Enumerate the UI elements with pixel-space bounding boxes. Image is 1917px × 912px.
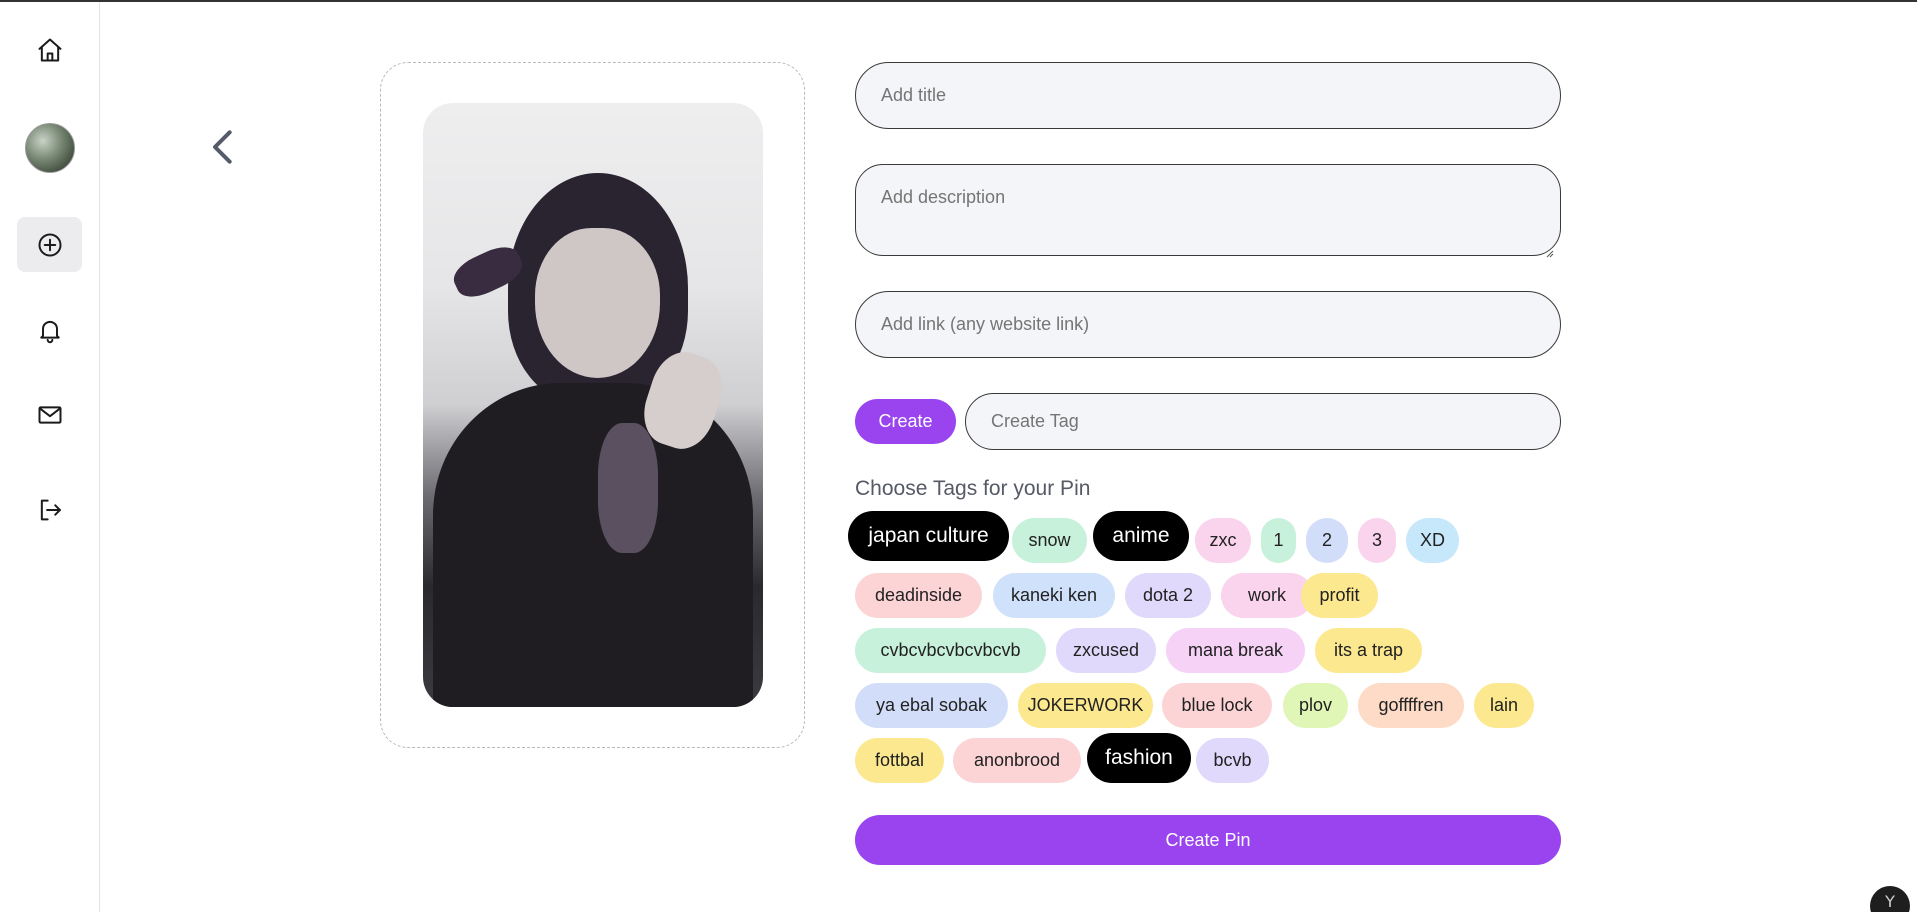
tag-chip[interactable]: anonbrood [953,738,1081,783]
sidebar-item-create[interactable] [17,217,82,272]
link-input[interactable] [855,291,1561,358]
pin-image [423,103,763,707]
tag-chip[interactable]: 2 [1306,518,1348,563]
tag-chip[interactable]: XD [1406,518,1459,563]
title-input[interactable] [855,62,1561,129]
tag-chip[interactable]: goffffren [1358,683,1464,728]
sidebar-item-notifications[interactable] [17,302,82,357]
corner-badge[interactable]: Y [1870,886,1910,912]
create-tag-button[interactable]: Create [855,399,956,444]
tag-chip[interactable]: plov [1283,683,1348,728]
sidebar-item-home[interactable] [17,22,82,77]
logout-icon [40,499,61,520]
home-icon [38,38,61,61]
sidebar-item-logout[interactable] [17,482,82,537]
description-input[interactable] [855,164,1561,256]
textarea-resize-handle[interactable] [1544,243,1554,258]
tag-chip[interactable]: dota 2 [1125,573,1211,618]
create-pin-button[interactable]: Create Pin [855,815,1561,865]
tag-chip[interactable]: its a trap [1315,628,1422,673]
tag-chip[interactable]: cvbcvbcvbcvbcvb [855,628,1046,673]
image-upload-card[interactable] [380,62,805,748]
tag-chip[interactable]: japan culture [848,511,1009,561]
tag-chip[interactable]: 1 [1261,518,1296,563]
tag-chip[interactable]: blue lock [1162,683,1272,728]
avatar[interactable] [25,123,75,173]
tag-chip[interactable]: lain [1474,683,1534,728]
tag-chip[interactable]: mana break [1166,628,1305,673]
tag-chip[interactable]: kaneki ken [993,573,1115,618]
tag-chip[interactable]: work [1221,573,1313,618]
tags-heading: Choose Tags for your Pin [855,477,1091,500]
tag-chip[interactable]: snow [1012,518,1087,563]
tag-chip[interactable]: ya ebal sobak [855,683,1008,728]
top-border [0,0,1917,2]
tag-chip[interactable]: anime [1093,511,1189,561]
back-button[interactable] [200,122,246,172]
mail-icon [38,405,61,424]
bell-icon [39,320,60,343]
tag-chip[interactable]: deadinside [855,573,982,618]
plus-circle-icon [38,233,61,256]
tag-chip[interactable]: zxc [1195,518,1251,563]
tag-chip[interactable]: profit [1301,573,1378,618]
tag-chip[interactable]: bcvb [1196,738,1269,783]
sidebar [0,2,100,912]
create-tag-input[interactable] [965,393,1561,450]
tag-chip[interactable]: fashion [1087,733,1191,783]
sidebar-item-messages[interactable] [17,387,82,442]
tag-chip[interactable]: zxcused [1056,628,1156,673]
tag-chip[interactable]: fottbal [855,738,944,783]
tag-chip[interactable]: 3 [1358,518,1396,563]
chevron-left-icon [213,130,232,164]
tag-chip[interactable]: JOKERWORK [1018,683,1153,728]
